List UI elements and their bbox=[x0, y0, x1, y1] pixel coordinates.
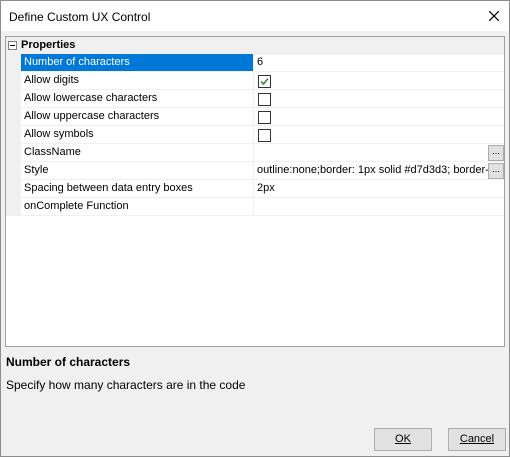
collapse-icon[interactable] bbox=[8, 41, 17, 50]
property-row-allow-lowercase[interactable]: Allow lowercase characters bbox=[21, 90, 504, 108]
property-name[interactable]: Spacing between data entry boxes bbox=[21, 180, 254, 197]
property-row-spacing[interactable]: Spacing between data entry boxes 2px bbox=[21, 180, 504, 198]
property-row-allow-symbols[interactable]: Allow symbols bbox=[21, 126, 504, 144]
property-value-input[interactable]: 6 bbox=[257, 54, 489, 71]
cancel-button[interactable]: Cancel bbox=[448, 428, 506, 451]
description-text: Specify how many characters are in the c… bbox=[6, 378, 246, 392]
ok-button[interactable]: OK bbox=[374, 428, 432, 451]
property-value-input[interactable]: 2px bbox=[257, 180, 489, 197]
style-ellipsis-button[interactable]: ... bbox=[488, 163, 504, 179]
close-icon bbox=[489, 11, 499, 21]
title-bar: Define Custom UX Control bbox=[1, 1, 509, 31]
property-row-allow-digits[interactable]: Allow digits bbox=[21, 72, 504, 90]
property-name[interactable]: ClassName bbox=[21, 144, 254, 161]
category-label: Properties bbox=[21, 39, 76, 51]
property-name[interactable]: Allow lowercase characters bbox=[21, 90, 254, 107]
ok-label: OK bbox=[395, 433, 411, 445]
dialog-window: Define Custom UX Control Properties Numb… bbox=[0, 0, 510, 457]
allow-lowercase-checkbox[interactable] bbox=[258, 93, 271, 106]
allow-symbols-checkbox[interactable] bbox=[258, 129, 271, 142]
checkmark-icon bbox=[260, 77, 269, 86]
grid-gutter bbox=[6, 54, 21, 216]
cancel-label: Cancel bbox=[459, 433, 495, 445]
property-row-style[interactable]: Style outline:none;border: 1px solid #d7… bbox=[21, 162, 504, 180]
property-name[interactable]: Allow uppercase characters bbox=[21, 108, 254, 125]
allow-uppercase-checkbox[interactable] bbox=[258, 111, 271, 124]
property-value-input[interactable] bbox=[257, 144, 489, 161]
property-value-input[interactable]: outline:none;border: 1px solid #d7d3d3; … bbox=[257, 162, 489, 179]
property-grid: Properties Number of characters 6 Allow … bbox=[5, 36, 505, 347]
description-title: Number of characters bbox=[6, 355, 131, 369]
category-properties[interactable]: Properties bbox=[6, 37, 504, 55]
classname-ellipsis-button[interactable]: ... bbox=[488, 145, 504, 161]
property-row-classname[interactable]: ClassName ... bbox=[21, 144, 504, 162]
property-name[interactable]: Allow digits bbox=[21, 72, 254, 89]
property-row-number-of-characters[interactable]: Number of characters 6 bbox=[21, 54, 504, 72]
property-name[interactable]: Allow symbols bbox=[21, 126, 254, 143]
property-name[interactable]: onComplete Function bbox=[21, 198, 254, 215]
allow-digits-checkbox[interactable] bbox=[258, 75, 271, 88]
property-name[interactable]: Style bbox=[21, 162, 254, 179]
property-value-input[interactable] bbox=[257, 198, 489, 215]
property-name[interactable]: Number of characters bbox=[21, 54, 254, 71]
property-row-allow-uppercase[interactable]: Allow uppercase characters bbox=[21, 108, 504, 126]
property-row-oncomplete[interactable]: onComplete Function bbox=[21, 198, 504, 216]
close-button[interactable] bbox=[479, 1, 509, 31]
description-pane: Number of characters Specify how many ch… bbox=[5, 348, 505, 410]
window-title: Define Custom UX Control bbox=[9, 10, 151, 24]
